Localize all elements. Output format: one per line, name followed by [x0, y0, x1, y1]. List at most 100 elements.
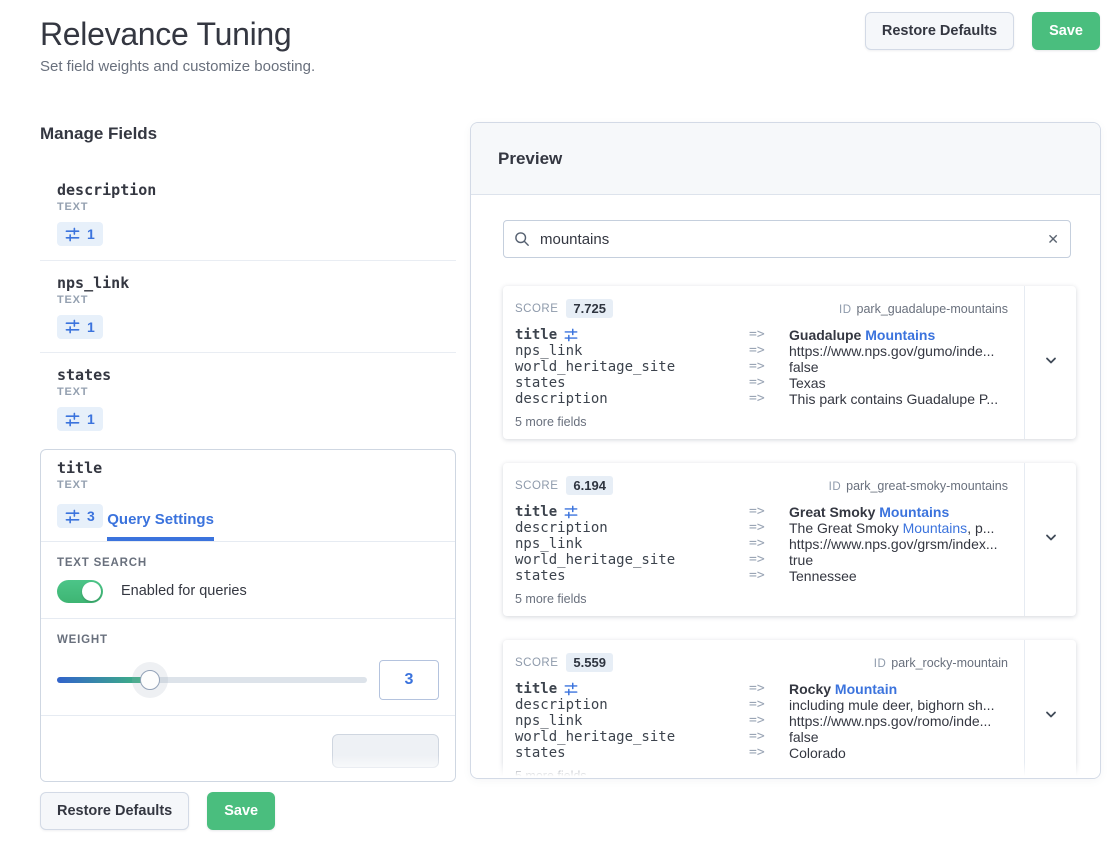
field-weight-value: 1 [87, 226, 95, 242]
result-card: SCORE 7.725 ID park_guadalupe-mountains … [503, 286, 1076, 439]
chevron-down-icon [1043, 706, 1059, 727]
field-weight-value: 1 [87, 319, 95, 335]
search-input[interactable] [503, 220, 1071, 258]
result-field-row: title => Rocky Mountain [515, 681, 1024, 697]
result-field-value: false [789, 359, 1024, 375]
restore-defaults-button-footer[interactable]: Restore Defaults [40, 792, 189, 830]
arrow: => [749, 713, 789, 729]
manage-fields-heading: Manage Fields [40, 124, 456, 144]
arrow: => [749, 327, 789, 343]
field-name: title [57, 460, 439, 476]
score-badge: 7.725 [566, 299, 613, 318]
more-fields-link[interactable]: 5 more fields [515, 415, 1024, 429]
result-id-label: ID [874, 658, 887, 670]
expand-result-button[interactable] [1024, 640, 1076, 779]
result-field-row: states => Tennessee [515, 568, 1024, 584]
chevron-down-icon [1043, 529, 1059, 550]
save-button-footer[interactable]: Save [207, 792, 275, 830]
result-field-key: title [515, 504, 749, 520]
field-type-label: TEXT [57, 479, 439, 491]
result-field-key: states [515, 568, 749, 584]
result-field-key: description [515, 520, 749, 536]
arrow: => [749, 391, 789, 407]
sliders-icon [564, 505, 578, 519]
more-fields-link[interactable]: 5 more fields [515, 769, 1024, 779]
result-field-key: nps_link [515, 343, 749, 359]
expanded-field-card: title TEXT 3 Query Settings TEXT SEARCH [40, 449, 456, 782]
result-card: SCORE 6.194 ID park_great-smoky-mountain… [503, 463, 1076, 616]
sliders-icon [65, 227, 80, 242]
result-id: park_rocky-mountain [891, 656, 1008, 670]
result-field-key: world_heritage_site [515, 552, 749, 568]
sliders-icon [65, 412, 80, 427]
result-field-value: https://www.nps.gov/grsm/index... [789, 536, 1024, 552]
field-list-item[interactable]: nps_link TEXT 1 [40, 260, 456, 353]
footer-actions: Restore Defaults Save [40, 792, 275, 830]
result-field-key: world_heritage_site [515, 729, 749, 745]
result-field-key: nps_link [515, 536, 749, 552]
field-list: description TEXT 1 nps_link TEXT 1 [40, 168, 456, 445]
preview-header: Preview [471, 123, 1100, 195]
cutoff-button[interactable] [332, 734, 439, 768]
result-id-label: ID [829, 481, 842, 493]
result-field-row: nps_link => https://www.nps.gov/romo/ind… [515, 713, 1024, 729]
field-type-label: TEXT [57, 201, 456, 213]
field-weight-value: 1 [87, 411, 95, 427]
result-field-value: true [789, 552, 1024, 568]
result-field-key: description [515, 391, 749, 407]
score-badge: 5.559 [566, 653, 613, 672]
save-button[interactable]: Save [1032, 12, 1100, 50]
result-field-row: world_heritage_site => true [515, 552, 1024, 568]
manage-fields-panel: Manage Fields description TEXT 1 nps_lin… [40, 124, 456, 782]
weight-value-input[interactable]: 3 [379, 660, 439, 700]
text-search-section: TEXT SEARCH Enabled for queries [41, 542, 455, 618]
sliders-icon [564, 682, 578, 696]
result-field-row: states => Texas [515, 375, 1024, 391]
search-box: ✕ [503, 220, 1071, 258]
result-field-value: Guadalupe Mountains [789, 327, 1024, 343]
weight-section: WEIGHT 3 [41, 619, 455, 715]
arrow: => [749, 681, 789, 697]
result-field-value: Tennessee [789, 568, 1024, 584]
field-weight-badge: 1 [57, 407, 103, 431]
field-list-item[interactable]: description TEXT 1 [40, 168, 456, 260]
tab-query-settings[interactable]: Query Settings [107, 511, 214, 541]
more-fields-link[interactable]: 5 more fields [515, 592, 1024, 606]
slider-thumb[interactable] [140, 670, 160, 690]
field-name: states [57, 367, 456, 383]
field-list-item[interactable]: states TEXT 1 [40, 352, 456, 445]
result-field-value: The Great Smoky Mountains, p... [789, 520, 1024, 536]
result-field-row: world_heritage_site => false [515, 729, 1024, 745]
field-name: nps_link [57, 275, 456, 291]
restore-defaults-button[interactable]: Restore Defaults [865, 12, 1014, 50]
preview-title: Preview [498, 149, 562, 169]
result-field-value: https://www.nps.gov/romo/inde... [789, 713, 1024, 729]
result-field-row: nps_link => https://www.nps.gov/grsm/ind… [515, 536, 1024, 552]
results-list: SCORE 7.725 ID park_guadalupe-mountains … [503, 286, 1074, 779]
weight-slider[interactable] [57, 660, 367, 700]
field-type-label: TEXT [57, 294, 456, 306]
text-search-toggle[interactable] [57, 580, 103, 603]
slider-fill [57, 677, 151, 683]
arrow: => [749, 568, 789, 584]
result-field-key: nps_link [515, 713, 749, 729]
clear-search-icon[interactable]: ✕ [1047, 230, 1059, 248]
arrow: => [749, 536, 789, 552]
result-field-row: description => This park contains Guadal… [515, 391, 1024, 407]
arrow: => [749, 504, 789, 520]
expand-result-button[interactable] [1024, 286, 1076, 439]
result-field-key: world_heritage_site [515, 359, 749, 375]
expand-result-button[interactable] [1024, 463, 1076, 616]
result-card: SCORE 5.559 ID park_rocky-mountain title… [503, 640, 1076, 779]
result-field-row: description => The Great Smoky Mountains… [515, 520, 1024, 536]
result-field-row: world_heritage_site => false [515, 359, 1024, 375]
result-field-row: nps_link => https://www.nps.gov/gumo/ind… [515, 343, 1024, 359]
field-weight-badge: 1 [57, 315, 103, 339]
result-field-row: description => including mule deer, bigh… [515, 697, 1024, 713]
score-label: SCORE [515, 303, 558, 315]
weight-label: WEIGHT [57, 634, 439, 646]
sliders-icon [65, 319, 80, 334]
score-label: SCORE [515, 480, 558, 492]
text-search-label: TEXT SEARCH [57, 557, 439, 569]
result-field-value: This park contains Guadalupe P... [789, 391, 1024, 407]
